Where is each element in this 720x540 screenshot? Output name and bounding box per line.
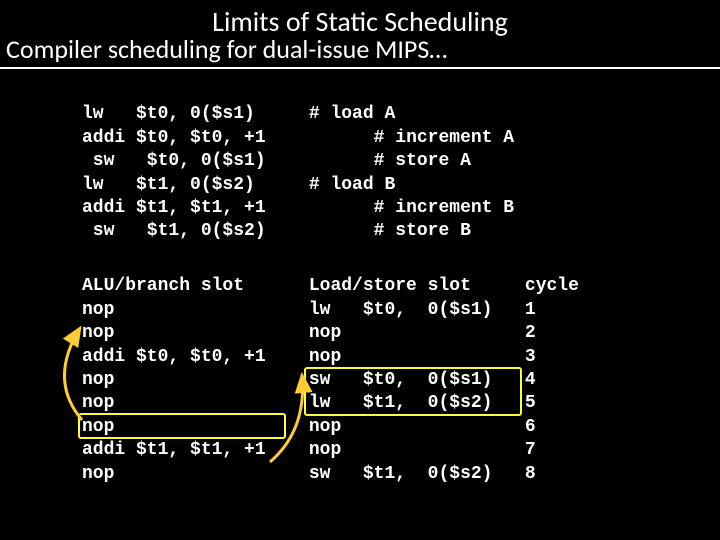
- src-line-2: addi $t0, $t0, +1 # increment A: [82, 128, 514, 148]
- highlight-sw-lw: [304, 367, 522, 416]
- src-line-3: sw $t0, 0($s1) # store A: [82, 151, 471, 171]
- slide-subtitle: Compiler scheduling for dual-issue MIPS…: [0, 33, 720, 69]
- schedule-header: ALU/branch slot Load/store slot cycle: [82, 276, 579, 296]
- schedule-row-2: nop nop 2: [82, 323, 536, 343]
- schedule-row-8: nop sw $t1, 0($s2) 8: [82, 464, 536, 484]
- src-line-4: lw $t1, 0($s2) # load B: [82, 175, 395, 195]
- src-line-5: addi $t1, $t1, +1 # increment B: [82, 198, 514, 218]
- src-line-1: lw $t0, 0($s1) # load A: [82, 104, 395, 124]
- highlight-addi-t1: [78, 413, 286, 439]
- schedule-row-3: addi $t0, $t0, +1 nop 3: [82, 347, 536, 367]
- schedule-row-1: nop lw $t0, 0($s1) 1: [82, 300, 536, 320]
- schedule-row-7: addi $t1, $t1, +1 nop 7: [82, 440, 536, 460]
- source-code-block: lw $t0, 0($s1) # load A addi $t0, $t0, +…: [82, 80, 514, 244]
- src-line-6: sw $t1, 0($s2) # store B: [82, 221, 471, 241]
